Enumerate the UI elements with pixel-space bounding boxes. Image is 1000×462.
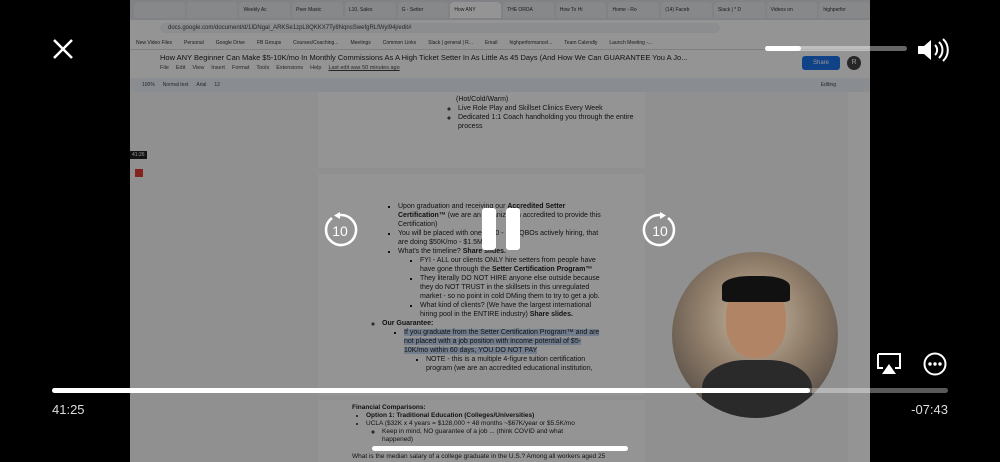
rewind-10-icon: 10 (324, 212, 358, 247)
close-button[interactable] (52, 38, 74, 65)
volume-slider[interactable] (765, 46, 907, 51)
forward-10-icon: 10 (642, 212, 676, 247)
more-options-button[interactable] (923, 352, 947, 381)
airplay-button[interactable] (876, 352, 902, 381)
speaker-icon (918, 38, 949, 62)
skip-back-button[interactable]: 10 (322, 212, 358, 253)
close-icon (53, 39, 73, 59)
svg-text:10: 10 (652, 223, 668, 239)
pause-button[interactable] (482, 208, 520, 255)
playback-scrubber[interactable] (52, 388, 948, 393)
elapsed-time: 41:25 (52, 402, 85, 417)
skip-forward-button[interactable]: 10 (642, 212, 678, 253)
volume-button[interactable] (916, 38, 950, 67)
svg-text:10: 10 (332, 223, 348, 239)
remaining-time: -07:43 (911, 402, 948, 417)
pause-icon (482, 208, 520, 250)
more-icon (923, 352, 947, 376)
home-indicator[interactable] (372, 446, 628, 451)
webcam-overlay (672, 252, 838, 418)
airplay-icon (877, 353, 901, 374)
